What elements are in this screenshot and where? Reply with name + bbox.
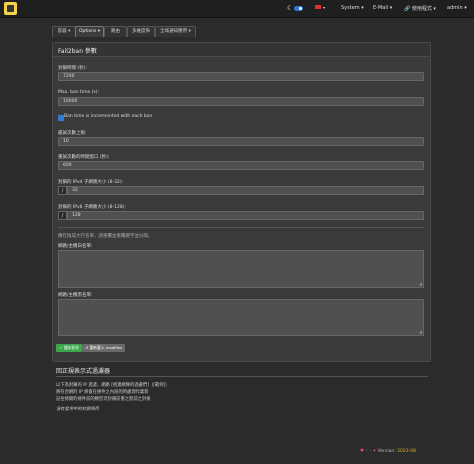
footer: ♥ ◦ · ✦ Version: 2023-08	[360, 449, 416, 454]
tab-routing[interactable]: 路由	[104, 26, 127, 37]
regex-desc-line: 以下為封鎖的 IP 過濾，網路 [相連網隊的過慮們]（[範例]）	[56, 383, 170, 388]
nav-system-label: System	[341, 5, 360, 11]
version-link[interactable]: 2023-08	[397, 449, 416, 454]
max-ban-time-label: Max. ban time (s):	[58, 90, 100, 95]
blacklist-textarea[interactable]: ◢	[58, 299, 424, 336]
nav-user-label: admin	[447, 5, 463, 11]
ban-time-label: 封鎖時間 (秒):	[58, 66, 87, 71]
tab-label: 容器	[57, 29, 67, 34]
ipv6-subnet-input[interactable]: 128	[67, 211, 424, 220]
divider	[56, 376, 428, 377]
flag-icon: ◦	[365, 449, 369, 454]
blacklist-label: 網路/主機黑名單:	[58, 293, 93, 298]
save-button[interactable]: ✓ 儲存更改	[56, 344, 82, 352]
regex-empty-text: 沒有套用中的封鎖項目	[56, 407, 99, 412]
tab-multi[interactable]: 多維度佈	[127, 26, 155, 37]
tab-label: Options	[78, 29, 97, 34]
moon-icon: ☾	[287, 4, 294, 12]
reset-button[interactable]: ↺ 重新載入 modifies	[82, 344, 125, 352]
max-attempts-input[interactable]: 10	[58, 137, 424, 146]
ipv4-subnet-label: 封鎖的 IPv4 子網路大小 (8-32):	[58, 180, 124, 185]
divider	[58, 227, 424, 228]
heart-icon: ♥	[360, 449, 365, 454]
version-label: Version:	[377, 449, 396, 454]
ban-time-input[interactable]: 7200	[58, 72, 424, 81]
nav-user-menu[interactable]: admin ▾	[447, 5, 467, 11]
ban-increment-label: Ban time is incremented with each ban	[64, 114, 153, 119]
whitelist-textarea[interactable]: ◢	[58, 250, 424, 288]
tab-containers[interactable]: 容器 ▾	[52, 26, 76, 37]
nav-system-menu[interactable]: System ▾	[341, 5, 364, 11]
ipv4-prefix: /	[58, 186, 67, 195]
app-logo[interactable]	[4, 2, 17, 15]
fail2ban-panel: Fail2ban 參數 封鎖時間 (秒): 7200 Max. ban time…	[52, 42, 431, 362]
regex-desc-line: 將符合網的 IP 將會在條件之內短的時處理作業新	[56, 390, 149, 395]
nav-user-settings-label: 使用程式	[411, 6, 432, 12]
retry-window-input[interactable]: 600	[58, 161, 424, 170]
dark-mode-toggle[interactable]	[294, 6, 303, 11]
tab-global-notify[interactable]: 全域通知應用 ▾	[155, 26, 196, 37]
max-ban-time-input[interactable]: 10000	[58, 97, 424, 106]
retry-window-label: 重試次數的時間窗口 (秒):	[58, 155, 110, 160]
language-flag-icon[interactable]	[315, 5, 321, 9]
regex-desc-line: 記住修鍵的條件前的類型可封鎖前重之而前之封後	[56, 397, 151, 402]
list-hint: 應在換成大行名單，請重覆並重覆鍵字並分隔。	[58, 234, 153, 239]
ipv6-subnet-label: 封鎖的 IPv6 子網路大小 (8-128):	[58, 205, 126, 210]
chevron-down-icon: ▾	[323, 5, 326, 10]
footer-separator: ·	[369, 449, 372, 454]
resize-handle-icon[interactable]: ◢	[419, 329, 422, 334]
tab-label: 路由	[111, 29, 120, 34]
nav-email-menu[interactable]: E-Mail ▾	[373, 5, 392, 11]
top-navbar: ☾ ▾ System ▾ E-Mail ▾ 🔗 使用程式 ▾ admin ▾	[0, 0, 474, 18]
nav-user-settings-menu[interactable]: 🔗 使用程式 ▾	[404, 5, 436, 12]
whitelist-label: 網路/主機白名單:	[58, 244, 93, 249]
tab-options[interactable]: Options ▾	[75, 26, 104, 37]
max-attempts-label: 最試次數上限:	[58, 131, 87, 136]
panel-header: Fail2ban 參數	[53, 43, 430, 57]
tab-label: 全域通知應用	[160, 29, 188, 34]
brand-icon: ✦	[372, 449, 377, 454]
tab-label: 多維度佈	[132, 29, 150, 34]
panel-title: Fail2ban 參數	[58, 48, 97, 55]
regex-section-title: 回正規表示式過濾器	[56, 368, 111, 375]
nav-email-label: E-Mail	[373, 5, 389, 11]
ipv4-subnet-input[interactable]: 32	[67, 186, 424, 195]
resize-handle-icon[interactable]: ◢	[419, 281, 422, 286]
ipv6-prefix: /	[58, 211, 67, 220]
